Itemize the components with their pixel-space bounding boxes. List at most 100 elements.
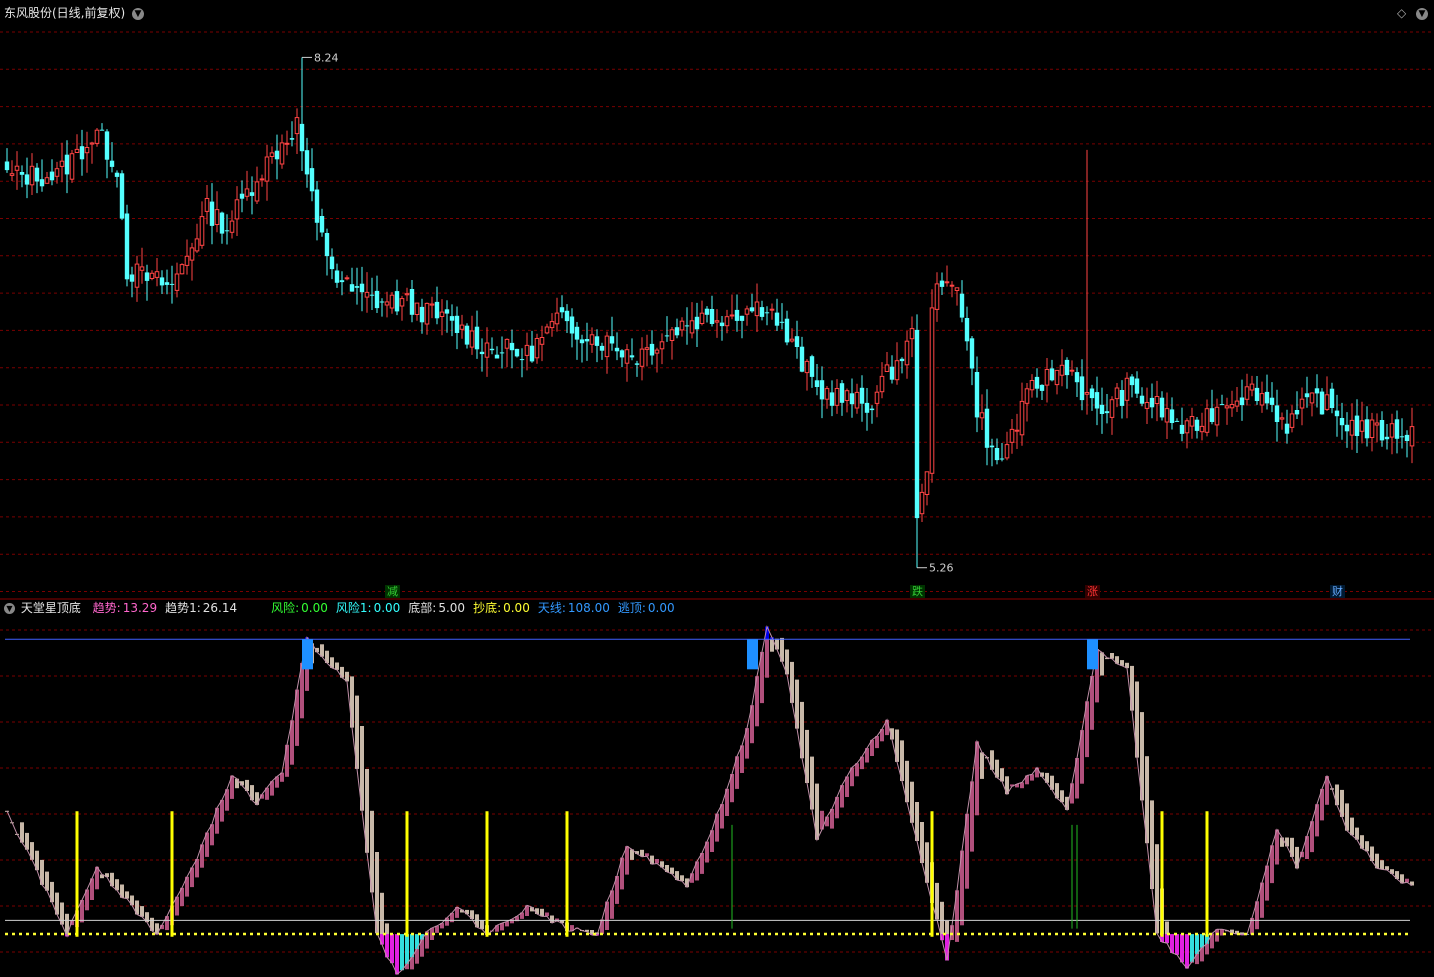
header-controls: ◇ ▼ (1397, 6, 1428, 20)
candle-body (334, 270, 340, 283)
bottom-zone-bar (1175, 934, 1179, 955)
candle-body (274, 150, 280, 160)
indicator-value-number: 5.00 (438, 601, 466, 615)
candle-body (919, 491, 925, 515)
candle-body (999, 458, 1005, 460)
candle-body (689, 320, 695, 334)
candle-body (1289, 413, 1295, 428)
indicator-value-label: 趋势: (92, 601, 121, 615)
candle-body (1299, 398, 1305, 409)
candle-body (144, 272, 150, 281)
candle-body (1189, 416, 1195, 427)
candle-body (694, 316, 700, 330)
candle-body (764, 312, 770, 314)
candle-body (884, 364, 890, 372)
indicator-value-label: 底部: (408, 601, 437, 615)
candle-body (74, 148, 80, 153)
candle-body (454, 315, 460, 333)
event-tag-fall[interactable]: 跌 (910, 585, 925, 598)
candle-body (494, 354, 500, 359)
candle-body (54, 168, 60, 177)
trend-bar (140, 906, 144, 917)
candle-body (464, 325, 470, 345)
trend-bar-series (5, 626, 1414, 975)
candle-body (584, 339, 590, 342)
candle-body (354, 286, 360, 288)
candle-body (814, 380, 820, 387)
candle-body (944, 281, 950, 284)
chevron-down-circle-icon[interactable]: ▼ (132, 7, 145, 20)
candle-body (289, 138, 295, 140)
candle-body (804, 360, 810, 374)
trend-bar (775, 638, 779, 650)
candle-body (1179, 424, 1185, 434)
candle-body (1149, 397, 1155, 408)
candle-body (129, 274, 135, 282)
candle-body (1394, 419, 1400, 439)
event-tag-finance[interactable]: 财 (1330, 585, 1345, 598)
candle-body (789, 338, 795, 342)
candle-body (1129, 376, 1135, 386)
candle-body (374, 290, 380, 309)
candle-body (1364, 419, 1370, 439)
candle-body (1304, 393, 1310, 398)
bottom-zone-bar (1185, 934, 1189, 969)
candle-body (924, 471, 930, 495)
candle-body (1374, 422, 1380, 426)
candle-body (214, 209, 220, 226)
candle-body (1039, 384, 1045, 391)
bottom-zone-bar (380, 934, 384, 945)
trend-bar (125, 891, 129, 899)
candle-body (1269, 397, 1275, 405)
candle-body (339, 280, 345, 283)
price-markers: 8.24 5.26 (302, 51, 954, 575)
candle-body (19, 172, 25, 175)
bottom-zone-bar (390, 934, 394, 964)
candle-body (1139, 395, 1145, 404)
chevron-down-circle-icon[interactable]: ▼ (4, 603, 15, 614)
candle-body (1389, 423, 1395, 438)
candle-body (219, 212, 225, 234)
candle-body (579, 339, 585, 344)
candle-body (604, 335, 610, 358)
candle-body (1354, 415, 1360, 436)
candle-body (1054, 369, 1060, 386)
candle-body (1334, 410, 1340, 417)
candle-body (279, 142, 285, 165)
candle-body (1134, 378, 1140, 394)
trend-bar (535, 908, 539, 914)
candle-body (1059, 364, 1065, 376)
indicator-value-item: 风险1: 0.00 (336, 601, 400, 615)
candle-body (984, 408, 990, 448)
candle-body (819, 380, 825, 400)
candle-body (184, 255, 190, 266)
candle-body (629, 355, 635, 358)
candle-body (234, 199, 240, 220)
candle-body (644, 347, 650, 350)
candle-body (719, 322, 725, 327)
bottom-zone-bar (395, 934, 399, 975)
candle-body (549, 321, 555, 329)
candle-body (439, 311, 445, 318)
trend-bar (1215, 929, 1219, 942)
candle-body (1314, 388, 1320, 394)
candle-body (609, 336, 615, 344)
candle-body (564, 310, 570, 322)
trend-bar (655, 859, 659, 864)
candle-body (714, 320, 720, 323)
candle-body (444, 309, 450, 314)
candle-body (14, 165, 20, 171)
candle-body (619, 350, 625, 358)
candle-body (529, 345, 535, 362)
event-tag-rise[interactable]: 涨 (1085, 585, 1100, 598)
candle-body (194, 238, 200, 252)
event-tag-reduce[interactable]: 减 (385, 585, 400, 598)
candle-body (734, 309, 740, 321)
candle-body (614, 347, 620, 352)
chevron-down-circle-icon[interactable]: ▼ (1416, 7, 1428, 20)
diamond-icon[interactable]: ◇ (1397, 6, 1406, 20)
candle-body (869, 408, 875, 411)
candle-body (1079, 376, 1085, 401)
candle-body (1164, 408, 1170, 423)
candle-body (1384, 436, 1390, 440)
